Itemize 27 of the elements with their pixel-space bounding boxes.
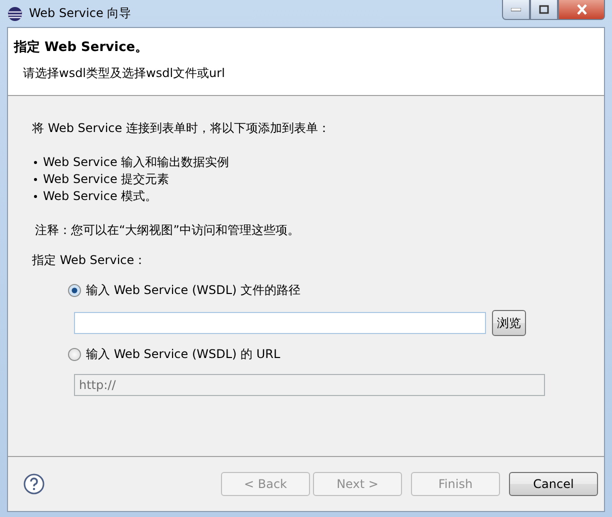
- app-icon: [7, 6, 23, 22]
- bullet-icon: [34, 195, 37, 198]
- section-label: 指定 Web Service：: [32, 252, 148, 269]
- radio-icon[interactable]: [68, 284, 81, 297]
- wizard-button[interactable]: Cancel: [509, 472, 598, 496]
- close-icon: [576, 4, 588, 15]
- minimize-button[interactable]: [502, 0, 530, 20]
- page-description: 请选择wsdl类型及选择wsdl文件或url: [23, 65, 226, 82]
- bullet-icon: [34, 161, 37, 164]
- page-title: 指定 Web Service。: [14, 38, 150, 56]
- bullet-icon: [34, 178, 37, 181]
- minimize-icon: [511, 8, 521, 12]
- radio-option[interactable]: 输入 Web Service (WSDL) 文件的路径: [68, 282, 580, 299]
- window-title: Web Service 向导: [29, 5, 132, 22]
- note-text: 注释：您可以在“大纲视图”中访问和管理这些项。: [34, 222, 300, 239]
- bullet-text: Web Service 输入和输出数据实例: [43, 154, 230, 171]
- input-field[interactable]: [74, 312, 486, 334]
- maximize-button[interactable]: [530, 0, 558, 20]
- radio-icon[interactable]: [68, 348, 81, 361]
- radio-option[interactable]: 输入 Web Service (WSDL) 的 URL: [68, 346, 580, 363]
- maximize-icon: [539, 5, 549, 14]
- close-button[interactable]: [558, 0, 605, 20]
- intro-text: 将 Web Service 连接到表单时，将以下项添加到表单：: [32, 120, 331, 137]
- bullet-text: Web Service 模式。: [43, 188, 158, 205]
- browse-button[interactable]: 浏览: [492, 310, 526, 336]
- help-icon[interactable]: [23, 473, 45, 495]
- bullet-text: Web Service 提交元素: [43, 171, 170, 188]
